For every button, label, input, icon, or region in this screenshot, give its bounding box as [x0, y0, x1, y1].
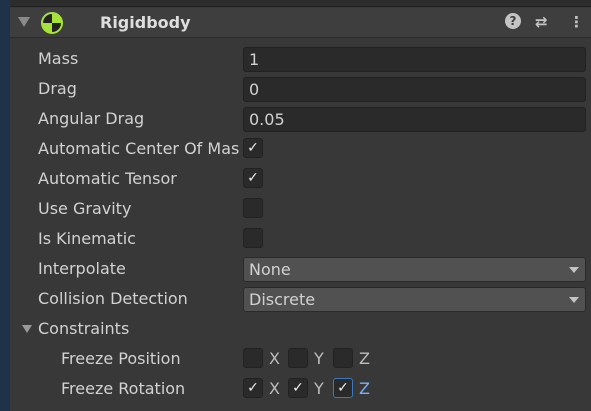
- interpolate-row: Interpolate None: [0, 254, 591, 284]
- fold-arrow-icon[interactable]: [18, 17, 30, 27]
- collision-detection-value: Discrete: [249, 290, 316, 309]
- x-label: X: [269, 379, 280, 398]
- freeze-position-x-checkbox[interactable]: [243, 348, 263, 368]
- presets-icon[interactable]: ⇄: [535, 13, 548, 31]
- component-title: Rigidbody: [100, 13, 191, 32]
- chevron-down-icon: [569, 297, 579, 303]
- z-label: Z: [359, 349, 370, 368]
- angular-drag-label: Angular Drag: [38, 109, 145, 128]
- interpolate-label: Interpolate: [38, 259, 126, 278]
- automatic-center-of-mass-checkbox[interactable]: ✓: [243, 138, 263, 158]
- y-label: Y: [314, 379, 324, 398]
- mass-input[interactable]: 1: [243, 47, 586, 72]
- use-gravity-label: Use Gravity: [38, 199, 132, 218]
- z-label: Z: [359, 379, 370, 398]
- freeze-rotation-x-checkbox[interactable]: ✓: [243, 378, 263, 398]
- chevron-down-icon: [569, 267, 579, 273]
- mass-row: Mass 1: [0, 44, 591, 74]
- constraints-foldout[interactable]: Constraints: [0, 314, 591, 344]
- drag-input[interactable]: 0: [243, 77, 586, 102]
- freeze-rotation-z-checkbox[interactable]: ✓: [333, 378, 353, 398]
- freeze-rotation-y-checkbox[interactable]: ✓: [288, 378, 308, 398]
- is-kinematic-checkbox[interactable]: [243, 228, 263, 248]
- drag-label: Drag: [38, 79, 77, 98]
- use-gravity-checkbox[interactable]: [243, 198, 263, 218]
- collision-detection-dropdown[interactable]: Discrete: [243, 287, 586, 312]
- automatic-center-of-mass-row: Automatic Center Of Mass ✓: [0, 134, 591, 164]
- help-icon[interactable]: ?: [505, 13, 521, 29]
- previous-component-edge: [10, 0, 591, 7]
- interpolate-value: None: [249, 260, 291, 279]
- freeze-rotation-row: Freeze Rotation ✓ X ✓ Y ✓ Z: [0, 374, 591, 404]
- freeze-position-row: Freeze Position X Y Z: [0, 344, 591, 374]
- automatic-center-of-mass-label: Automatic Center Of Mass: [38, 139, 240, 158]
- automatic-tensor-checkbox[interactable]: ✓: [243, 168, 263, 188]
- x-label: X: [269, 349, 280, 368]
- more-icon[interactable]: ⋮: [569, 13, 584, 31]
- fold-arrow-icon[interactable]: [22, 325, 32, 333]
- freeze-rotation-label: Freeze Rotation: [61, 379, 186, 398]
- interpolate-dropdown[interactable]: None: [243, 257, 586, 282]
- is-kinematic-row: Is Kinematic: [0, 224, 591, 254]
- collision-detection-label: Collision Detection: [38, 289, 188, 308]
- freeze-position-z-checkbox[interactable]: [333, 348, 353, 368]
- freeze-position-label: Freeze Position: [61, 349, 181, 368]
- constraints-label: Constraints: [38, 319, 130, 338]
- automatic-tensor-label: Automatic Tensor: [38, 169, 177, 188]
- y-label: Y: [314, 349, 324, 368]
- rigidbody-icon: [41, 12, 63, 34]
- freeze-position-y-checkbox[interactable]: [288, 348, 308, 368]
- is-kinematic-label: Is Kinematic: [38, 229, 136, 248]
- drag-row: Drag 0: [0, 74, 591, 104]
- component-header[interactable]: [10, 8, 591, 38]
- mass-label: Mass: [38, 49, 79, 68]
- automatic-tensor-row: Automatic Tensor ✓: [0, 164, 591, 194]
- angular-drag-row: Angular Drag 0.05: [0, 104, 591, 134]
- collision-detection-row: Collision Detection Discrete: [0, 284, 591, 314]
- use-gravity-row: Use Gravity: [0, 194, 591, 224]
- angular-drag-input[interactable]: 0.05: [243, 107, 586, 132]
